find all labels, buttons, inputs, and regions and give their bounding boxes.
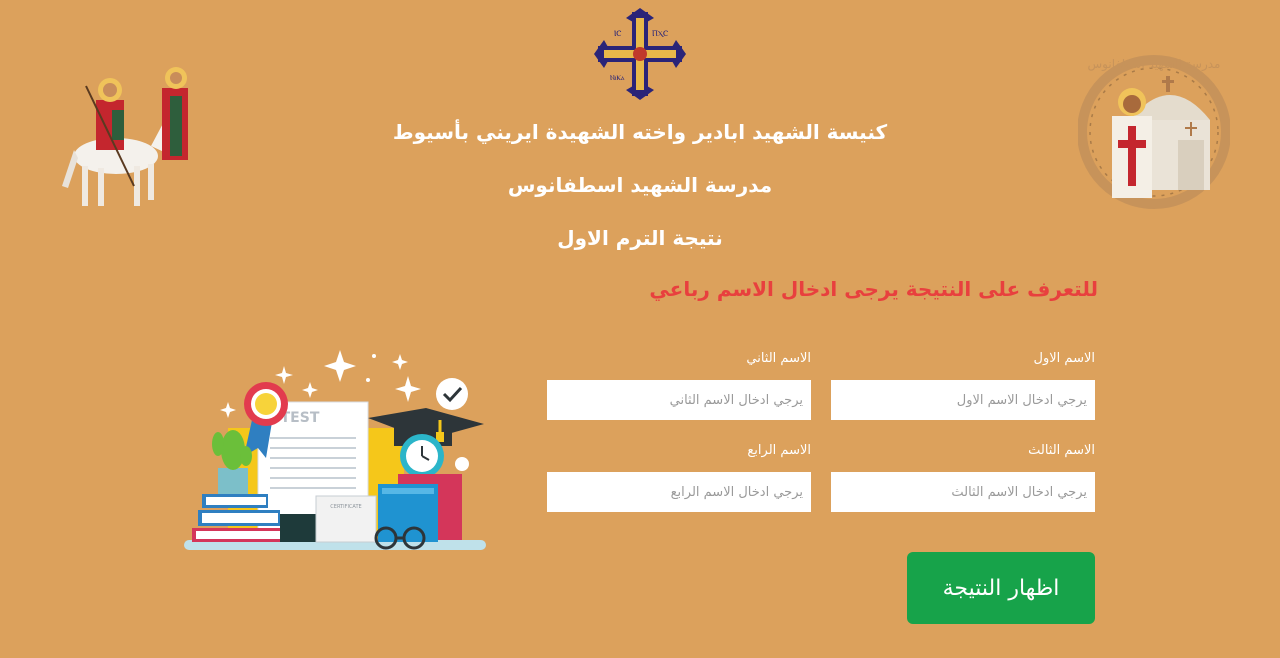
second-name-field[interactable] <box>547 380 811 420</box>
test-paper-label: TEST <box>281 410 320 426</box>
exam-results-illustration: TEST CERTIFICATE <box>184 350 486 550</box>
third-name-field[interactable] <box>831 472 1095 512</box>
coptic-cross-icon: ⲒⲤ ⲠⲬⲤ ⲚⲓⲔⲁ <box>594 8 686 100</box>
church-name: كنيسة الشهيد ابادير واخته الشهيدة ايريني… <box>392 120 888 144</box>
certificate-label: CERTIFICATE <box>330 504 361 510</box>
first-name-field[interactable] <box>831 380 1095 420</box>
school-name: مدرسة الشهيد اسطفانوس <box>507 173 773 197</box>
fourth-name-field[interactable] <box>547 472 811 512</box>
cross-letter-3: ⲚⲓⲔⲁ <box>610 74 625 82</box>
school-logo-text: مدرسة الشهيد اسطفانوس <box>1088 57 1221 72</box>
second-name-label: الاسم الثاني <box>746 351 811 366</box>
cross-letter-1: ⲒⲤ <box>614 29 621 38</box>
first-name-label: الاسم الاول <box>1033 351 1095 366</box>
cross-letter-2: ⲠⲬⲤ <box>652 29 668 38</box>
third-name-label: الاسم الثالث <box>1028 443 1095 458</box>
instruction-text: للتعرف على النتيجة يرجى ادخال الاسم رباع… <box>649 277 1098 301</box>
fourth-name-label: الاسم الرابع <box>747 443 811 458</box>
show-result-button[interactable]: اظهار النتيجة <box>907 552 1095 624</box>
page-heading: نتيجة الترم الاول <box>557 226 723 250</box>
